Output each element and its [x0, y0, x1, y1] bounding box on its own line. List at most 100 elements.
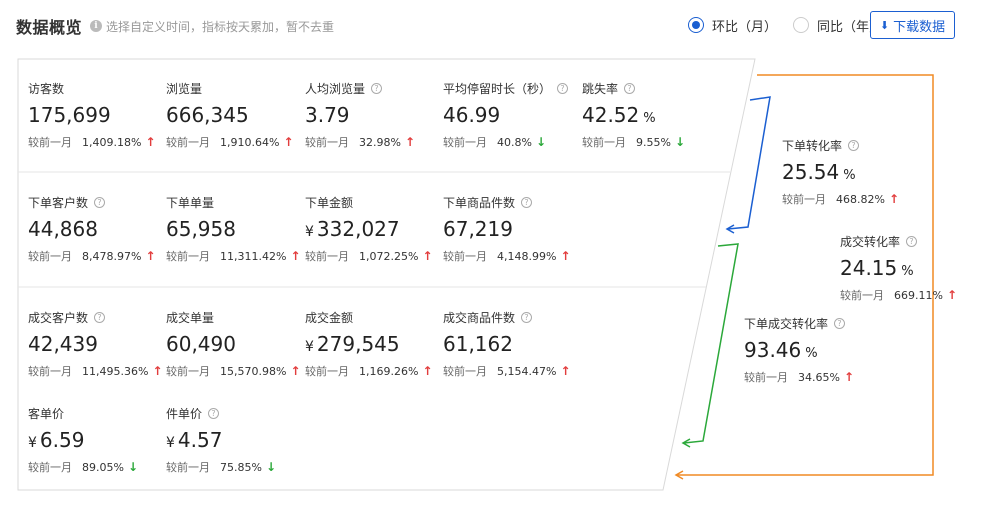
metric-unit: % — [805, 346, 818, 361]
metric-number: 24.15 — [840, 256, 898, 280]
flow-arrow-blue — [727, 96, 771, 230]
metric-value: 175,699 — [28, 103, 163, 127]
compare-percent: 40.8% — [497, 135, 532, 149]
metric-label: 成交客户数? — [28, 310, 163, 325]
metric-label: 下单转化率? — [782, 138, 922, 153]
metric-number: 93.46 — [744, 338, 802, 362]
help-icon[interactable]: ? — [94, 311, 106, 323]
metric-number: 332,027 — [316, 217, 400, 241]
arrow-up-icon: ↑ — [404, 135, 416, 149]
metric-value: 60,490 — [166, 332, 301, 356]
help-icon[interactable]: ? — [834, 317, 846, 329]
arrow-up-icon: ↑ — [283, 135, 294, 149]
metric-label-text: 成交客户数 — [28, 310, 89, 325]
arrow-up-icon: ↑ — [422, 249, 433, 263]
arrow-up-icon: ↑ — [145, 135, 156, 149]
metric-value: 65,958 — [166, 217, 301, 241]
help-icon[interactable]: ? — [371, 82, 383, 94]
help-icon[interactable]: ? — [624, 82, 636, 94]
compare-percent: 1,910.64% — [220, 135, 280, 149]
metric-number: 42.52 — [582, 103, 640, 127]
help-icon[interactable]: ? — [94, 196, 106, 208]
metric-unit: % — [643, 111, 656, 126]
arrow-down-icon: ↓ — [535, 135, 547, 149]
metric-label: 人均浏览量? — [305, 81, 440, 96]
compare-label: 较前一月 — [443, 136, 487, 149]
metric-number: 46.99 — [443, 103, 501, 127]
compare-label: 较前一月 — [840, 289, 884, 302]
metric-value: 42,439 — [28, 332, 163, 356]
help-icon[interactable]: ? — [906, 235, 918, 247]
compare-percent: 11,311.42% — [220, 249, 287, 263]
metric-order-items: 下单商品件数? 67,219 较前一月 4,148.99% ↑ — [443, 195, 578, 264]
metric-label: 平均停留时长（秒）? — [443, 81, 578, 96]
compare-label: 较前一月 — [28, 136, 72, 149]
metric-number: 61,162 — [443, 332, 513, 356]
arrow-up-icon: ↑ — [290, 364, 301, 378]
metric-label: 成交商品件数? — [443, 310, 578, 325]
metric-label-text: 下单成交转化率 — [744, 316, 829, 331]
help-icon[interactable]: ? — [208, 407, 220, 419]
metric-deal-count: 成交单量 60,490 较前一月 15,570.98% ↑ — [166, 310, 301, 379]
compare-percent: 15,570.98% — [220, 364, 287, 378]
metric-deal-amount: 成交金额 ¥279,545 较前一月 1,169.26% ↑ — [305, 310, 440, 379]
metric-label-text: 客单价 — [28, 406, 65, 421]
compare-percent: 8,478.97% — [82, 249, 142, 263]
help-icon[interactable]: ? — [848, 139, 860, 151]
arrow-up-icon: ↑ — [145, 249, 156, 263]
currency-symbol: ¥ — [166, 435, 175, 451]
metric-number: 6.59 — [39, 428, 85, 452]
help-icon[interactable]: ? — [557, 82, 569, 94]
compare-percent: 669.11% — [894, 288, 943, 302]
metric-value: ¥6.59 — [28, 428, 163, 452]
metric-avg-item-price: 件单价? ¥4.57 较前一月 75.85% ↓ — [166, 406, 301, 475]
metric-label: 成交单量 — [166, 310, 301, 325]
compare-percent: 11,495.36% — [82, 364, 149, 378]
metric-order-amount: 下单金额 ¥332,027 较前一月 1,072.25% ↑ — [305, 195, 440, 264]
metric-label: 浏览量 — [166, 81, 301, 96]
metric-label-text: 浏览量 — [166, 81, 203, 96]
metric-compare: 较前一月 1,409.18% ↑ — [28, 135, 163, 149]
compare-percent: 1,072.25% — [359, 249, 419, 263]
metric-bounce-rate: 跳失率? 42.52% 较前一月 9.55% ↓ — [582, 81, 717, 150]
metric-number: 60,490 — [166, 332, 236, 356]
metric-compare: 较前一月 9.55% ↓ — [582, 135, 717, 149]
metric-label-text: 下单客户数 — [28, 195, 89, 210]
metric-number: 666,345 — [166, 103, 249, 127]
arrow-up-icon: ↑ — [946, 288, 958, 302]
metric-number: 4.57 — [177, 428, 223, 452]
compare-percent: 89.05% — [82, 460, 124, 474]
compare-label: 较前一月 — [28, 461, 72, 474]
compare-percent: 34.65% — [798, 370, 840, 384]
flow-arrow-green — [683, 243, 739, 444]
compare-percent: 9.55% — [636, 135, 671, 149]
metric-label-text: 访客数 — [28, 81, 65, 96]
help-icon[interactable]: ? — [521, 311, 533, 323]
metric-deal-items: 成交商品件数? 61,162 较前一月 5,154.47% ↑ — [443, 310, 578, 379]
metric-label-text: 成交商品件数 — [443, 310, 516, 325]
metric-order-to-deal-conversion: 下单成交转化率? 93.46% 较前一月 34.65% ↑ — [744, 316, 884, 385]
metric-number: 3.79 — [305, 103, 350, 127]
metric-compare: 较前一月 8,478.97% ↑ — [28, 249, 163, 263]
metric-number: 279,545 — [316, 332, 400, 356]
metric-value: 42.52% — [582, 103, 717, 127]
metric-avg-stay: 平均停留时长（秒）? 46.99 较前一月 40.8% ↓ — [443, 81, 578, 149]
compare-label: 较前一月 — [305, 136, 349, 149]
metric-label-text: 下单金额 — [305, 195, 354, 210]
metric-order-conversion: 下单转化率? 25.54% 较前一月 468.82% ↑ — [782, 138, 922, 207]
help-icon[interactable]: ? — [521, 196, 533, 208]
metric-pageviews: 浏览量 666,345 较前一月 1,910.64% ↑ — [166, 81, 301, 150]
metric-compare: 较前一月 1,072.25% ↑ — [305, 249, 440, 263]
metric-compare: 较前一月 1,910.64% ↑ — [166, 135, 301, 149]
metric-value: 46.99 — [443, 103, 578, 127]
arrow-up-icon: ↑ — [560, 249, 571, 263]
metric-value: 44,868 — [28, 217, 163, 241]
metric-compare: 较前一月 4,148.99% ↑ — [443, 249, 578, 263]
metric-label: 下单单量 — [166, 195, 301, 210]
metric-compare: 较前一月 40.8% ↓ — [443, 135, 578, 149]
metric-label: 下单商品件数? — [443, 195, 578, 210]
metric-label: 下单金额 — [305, 195, 440, 210]
compare-label: 较前一月 — [443, 365, 487, 378]
arrow-up-icon: ↑ — [290, 249, 301, 263]
currency-symbol: ¥ — [305, 224, 314, 240]
